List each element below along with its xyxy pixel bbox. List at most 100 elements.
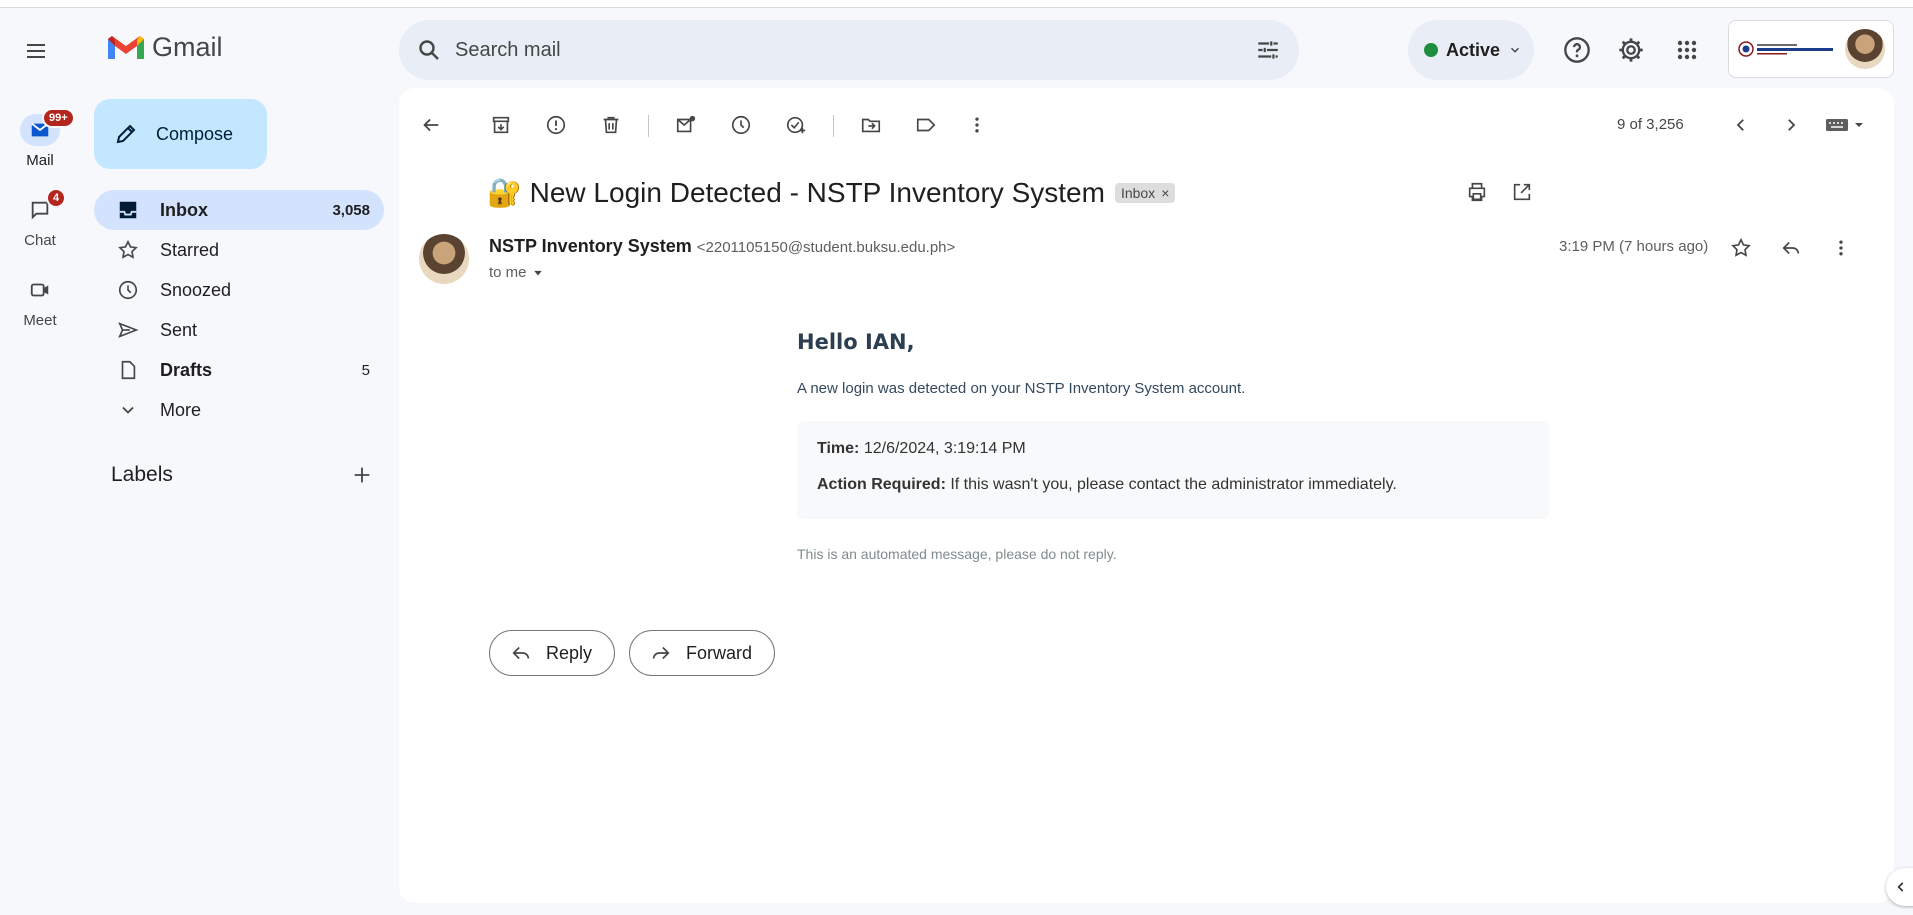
sender-email: <2201105150@student.buksu.edu.ph> <box>696 239 956 256</box>
recipient-details-toggle[interactable]: to me <box>489 264 543 281</box>
forward-button[interactable]: Forward <box>629 630 776 676</box>
menu-icon <box>27 44 45 58</box>
action-required-row: Action Required: If this wasn't you, ple… <box>817 473 1529 497</box>
login-time-row: Time: 12/6/2024, 3:19:14 PM <box>817 437 1529 461</box>
message-body: Hello IAN, A new login was detected on y… <box>797 320 1549 562</box>
help-icon <box>1564 37 1590 63</box>
label-icon <box>916 118 936 132</box>
avatar[interactable] <box>1845 29 1885 69</box>
search-icon[interactable] <box>417 38 441 62</box>
sidebar-item-starred[interactable]: Starred <box>94 230 384 270</box>
forward-label: Forward <box>686 642 753 663</box>
inbox-label-chip-text: Inbox <box>1120 184 1156 201</box>
mail-unread-icon <box>676 115 696 133</box>
star-icon <box>118 239 138 259</box>
action-required-value: If this wasn't you, please contact the a… <box>950 476 1397 493</box>
sidebar-item-label: Snoozed <box>160 279 232 300</box>
filter-options-icon[interactable] <box>1255 37 1281 63</box>
message-subject-row: 🔐 New Login Detected - NSTP Inventory Sy… <box>487 176 1176 209</box>
add-to-tasks-button[interactable] <box>776 105 816 145</box>
sidebar-item-snoozed[interactable]: Snoozed <box>94 270 384 310</box>
sidebar-item-label: Inbox <box>160 199 208 220</box>
input-tools-button[interactable] <box>1806 105 1886 145</box>
support-button[interactable] <box>1555 28 1599 72</box>
settings-button[interactable] <box>1609 28 1653 72</box>
star-message-button[interactable] <box>1721 228 1761 268</box>
login-details-box: Time: 12/6/2024, 3:19:14 PM Action Requi… <box>797 421 1549 519</box>
rail-item-meet[interactable]: Meet <box>0 274 80 329</box>
chevron-left-icon <box>1897 882 1904 892</box>
account-switcher[interactable] <box>1728 20 1894 78</box>
rail-label-meet: Meet <box>23 312 57 329</box>
message-more-button[interactable] <box>1821 228 1861 268</box>
newer-button[interactable] <box>1721 105 1761 145</box>
reply-icon-button[interactable] <box>1771 228 1811 268</box>
search-bar[interactable] <box>399 20 1299 80</box>
greeting: Hello IAN, <box>797 330 915 354</box>
gmail-logo[interactable]: Gmail <box>106 32 223 63</box>
rail-item-chat[interactable]: 4 Chat <box>0 188 80 249</box>
move-to-button[interactable] <box>851 105 891 145</box>
university-seal-logo <box>1738 41 1833 57</box>
back-button[interactable] <box>411 105 451 145</box>
reply-icon <box>1782 241 1800 255</box>
file-icon <box>121 360 136 380</box>
message-subject: 🔐 New Login Detected - NSTP Inventory Sy… <box>487 177 1105 208</box>
mark-unread-button[interactable] <box>666 105 706 145</box>
keyboard-icon <box>1826 119 1863 131</box>
sidebar-item-inbox[interactable]: Inbox 3,058 <box>94 190 384 230</box>
compose-label: Compose <box>156 123 234 144</box>
sidebar-item-label: More <box>160 399 202 420</box>
remove-label-icon[interactable]: × <box>1161 185 1169 201</box>
action-required-label: Action Required: <box>817 476 946 493</box>
clock-icon <box>118 280 138 300</box>
main-menu-button[interactable] <box>16 31 56 71</box>
delete-button[interactable] <box>591 105 631 145</box>
star-icon <box>1731 237 1751 257</box>
gear-icon <box>1619 38 1643 62</box>
sender-avatar[interactable] <box>419 234 469 284</box>
reply-button[interactable]: Reply <box>489 630 616 676</box>
rail-label-mail: Mail <box>26 152 54 169</box>
side-panel-toggle[interactable] <box>1886 868 1913 906</box>
lead-paragraph: A new login was detected on your NSTP In… <box>797 380 1246 397</box>
sender-name[interactable]: NSTP Inventory System <box>489 236 692 256</box>
reply-icon <box>512 646 530 660</box>
pagination-label: 9 of 3,256 <box>1617 116 1684 133</box>
sidebar-item-more[interactable]: More <box>94 390 384 430</box>
more-actions-button[interactable] <box>957 105 997 145</box>
rail-item-mail[interactable]: 99+ Mail <box>0 108 80 169</box>
print-button[interactable] <box>1457 172 1497 212</box>
login-time-value: 12/6/2024, 3:19:14 PM <box>863 440 1026 457</box>
search-input[interactable] <box>455 38 1255 62</box>
inbox-label-chip: Inbox × <box>1114 182 1176 203</box>
compose-button[interactable]: Compose <box>94 99 267 169</box>
inbox-count: 3,058 <box>332 201 370 219</box>
send-icon <box>118 322 139 338</box>
chevron-down-icon <box>122 406 134 414</box>
more-vert-icon <box>975 117 979 133</box>
open-in-new-window-button[interactable] <box>1502 172 1542 212</box>
rail-label-chat: Chat <box>24 232 56 249</box>
older-button[interactable] <box>1771 105 1811 145</box>
add-task-icon <box>786 116 806 134</box>
labels-button[interactable] <box>906 105 946 145</box>
automated-footnote: This is an automated message, please do … <box>797 546 1117 562</box>
gmail-m-icon <box>108 35 144 59</box>
archive-button[interactable] <box>481 105 521 145</box>
sidebar-item-drafts[interactable]: Drafts 5 <box>94 350 384 390</box>
chevron-down-icon <box>1511 47 1520 53</box>
forward-icon <box>652 646 670 660</box>
reply-label: Reply <box>546 642 593 663</box>
message-timestamp: 3:19 PM (7 hours ago) <box>1559 238 1709 255</box>
open-in-new-icon <box>1513 183 1531 201</box>
report-spam-button[interactable] <box>536 105 576 145</box>
apps-button[interactable] <box>1665 28 1709 72</box>
toolbar-divider <box>648 115 649 137</box>
apps-grid-icon <box>1677 40 1697 60</box>
snooze-button[interactable] <box>721 105 761 145</box>
more-vert-icon <box>1839 240 1843 256</box>
status-selector[interactable]: Active <box>1408 20 1534 80</box>
sidebar-item-sent[interactable]: Sent <box>94 310 384 350</box>
plus-icon[interactable] <box>351 464 373 486</box>
